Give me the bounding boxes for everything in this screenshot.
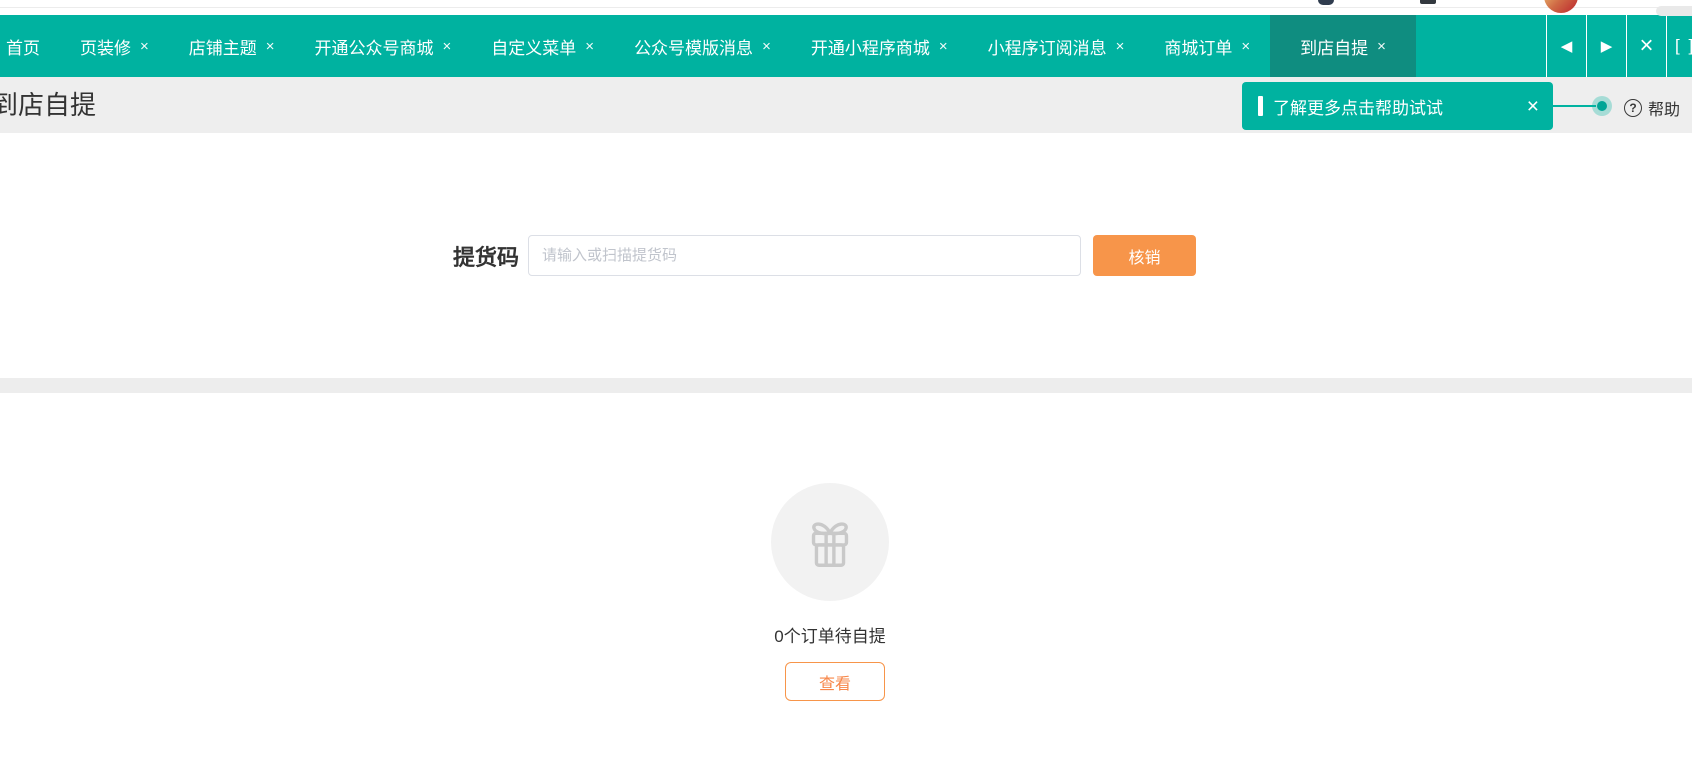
banner-connector-line [1553, 105, 1596, 107]
tab-label: 自定义菜单 [491, 38, 577, 58]
help-label: 帮助 [1648, 102, 1681, 119]
tab-store-pickup[interactable]: 到店自提 × [1270, 15, 1416, 77]
tab-close-icon[interactable]: × [443, 39, 452, 54]
tab-store-theme[interactable]: 店铺主题 × [169, 15, 295, 77]
tab-miniprogram-subscribe[interactable]: 小程序订阅消息 × [968, 15, 1145, 77]
tab-close-icon[interactable]: × [1377, 39, 1386, 54]
banner-accent-bar [1258, 96, 1263, 116]
tab-open-wechat-mall[interactable]: 开通公众号商城 × [295, 15, 472, 77]
banner-connector-dot-core [1597, 101, 1607, 111]
avatar[interactable] [1544, 0, 1578, 13]
view-button[interactable]: 查看 [785, 662, 885, 701]
tabs-scroll-right-button[interactable]: ▶ [1586, 15, 1626, 77]
verify-button[interactable]: 核销 [1093, 235, 1197, 276]
tab-close-icon[interactable]: × [585, 39, 594, 54]
tab-label: 公众号模版消息 [634, 38, 754, 58]
tab-open-miniprogram-mall[interactable]: 开通小程序商城 × [791, 15, 968, 77]
tab-close-icon[interactable]: × [762, 39, 771, 54]
header-divider [0, 7, 1692, 8]
pickup-code-row: 提货码 核销 [453, 235, 1197, 276]
tab-label: 店铺主题 [188, 38, 257, 58]
tab-label: 商城订单 [1164, 38, 1233, 58]
section-divider [0, 378, 1692, 393]
tab-label: 开通公众号商城 [314, 38, 434, 58]
page-title-bar: 到店自提 了解更多点击帮助试试 × ? 帮助 [0, 77, 1692, 133]
help-tip-banner: 了解更多点击帮助试试 × [1242, 82, 1553, 130]
tab-close-icon[interactable]: × [1241, 39, 1250, 54]
menu-icon[interactable] [1420, 0, 1436, 4]
tab-label: 到店自提 [1300, 38, 1369, 58]
tabs-close-all-button[interactable]: × [1626, 15, 1666, 77]
header-strip [0, 0, 1692, 16]
banner-close-icon[interactable]: × [1527, 96, 1539, 117]
tab-custom-menu[interactable]: 自定义菜单 × [471, 15, 614, 77]
tab-template-message[interactable]: 公众号模版消息 × [614, 15, 791, 77]
tab-home[interactable]: 首页 [0, 15, 60, 77]
gift-icon [811, 522, 849, 567]
tab-label: 首页 [6, 38, 40, 58]
tab-nav-group: ◀ ▶ × [ ] [1546, 15, 1692, 77]
tab-close-icon[interactable]: × [1116, 39, 1125, 54]
tab-label: 小程序订阅消息 [987, 38, 1107, 58]
tab-page-decorate[interactable]: 页装修 × [60, 15, 169, 77]
tab-close-icon[interactable]: × [939, 39, 948, 54]
tab-label: 开通小程序商城 [810, 38, 930, 58]
tab-label: 页装修 [80, 38, 131, 58]
header-widget [1656, 6, 1692, 16]
gift-icon-circle [771, 483, 889, 601]
tab-close-icon[interactable]: × [140, 39, 149, 54]
tab-close-icon[interactable]: × [266, 39, 275, 54]
page-title: 到店自提 [0, 90, 97, 120]
question-circle-icon: ? [1624, 99, 1642, 117]
pickup-code-input[interactable] [528, 235, 1082, 276]
tab-bar: 首页 页装修 × 店铺主题 × 开通公众号商城 × 自定义菜单 × 公众号模版消… [0, 15, 1692, 77]
fullscreen-icon[interactable]: [ ] [1666, 15, 1692, 77]
pickup-code-label: 提货码 [453, 244, 520, 270]
tabs-scroll-left-button[interactable]: ◀ [1546, 15, 1586, 77]
help-link[interactable]: ? 帮助 [1624, 96, 1680, 120]
notification-icon[interactable] [1318, 0, 1334, 5]
banner-text: 了解更多点击帮助试试 [1273, 98, 1443, 118]
tab-mall-orders[interactable]: 商城订单 × [1144, 15, 1270, 77]
pickup-status-text: 0个订单待自提 [774, 627, 886, 646]
